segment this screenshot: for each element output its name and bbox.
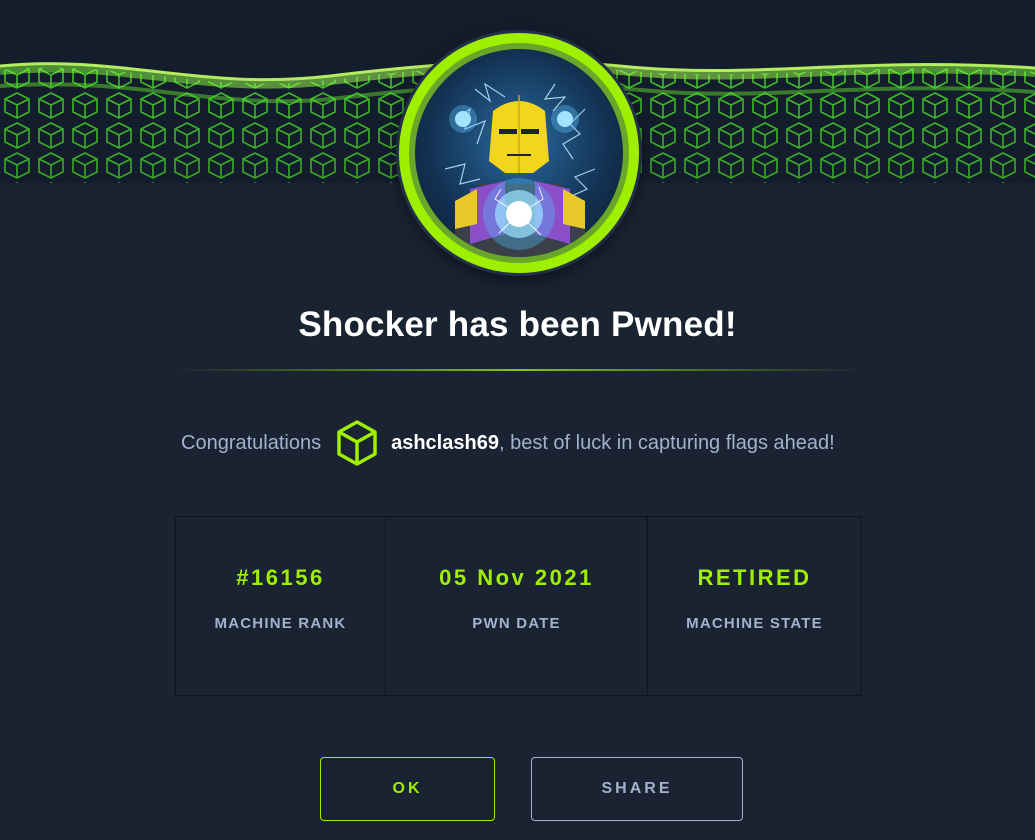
ok-button[interactable]: OK: [320, 757, 495, 821]
stat-pwn-date: 05 Nov 2021 PWN DATE: [386, 517, 648, 695]
pwn-date-value: 05 Nov 2021: [439, 565, 594, 590]
machine-state-label: MACHINE STATE: [686, 615, 823, 632]
stat-machine-state: RETIRED MACHINE STATE: [648, 517, 861, 695]
machine-avatar: [399, 33, 639, 273]
username-link[interactable]: ashclash69: [391, 432, 499, 455]
machine-rank-label: MACHINE RANK: [214, 615, 347, 632]
page-title: Shocker has been Pwned!: [298, 305, 737, 344]
pwn-date-label: PWN DATE: [472, 615, 561, 632]
pwned-modal: Shocker has been Pwned! Congratulations …: [0, 0, 1035, 840]
congrats-suffix: , best of luck in capturing flags ahead!: [498, 431, 835, 454]
shocker-machine-avatar: [415, 49, 623, 257]
stats-panel: #16156 MACHINE RANK 05 Nov 2021 PWN DATE…: [175, 516, 862, 696]
machine-rank-value: #16156: [236, 565, 325, 590]
share-button[interactable]: SHARE: [531, 757, 743, 821]
congrats-prefix: Congratulations: [181, 431, 322, 454]
machine-state-value: RETIRED: [697, 565, 812, 590]
title-divider: [175, 369, 863, 371]
congrats-message: Congratulations ashclash69 , best of luc…: [181, 418, 835, 468]
stat-machine-rank: #16156 MACHINE RANK: [176, 517, 386, 695]
shocker-robot-icon: [444, 82, 596, 257]
hackthebox-cube-icon: [335, 419, 379, 467]
